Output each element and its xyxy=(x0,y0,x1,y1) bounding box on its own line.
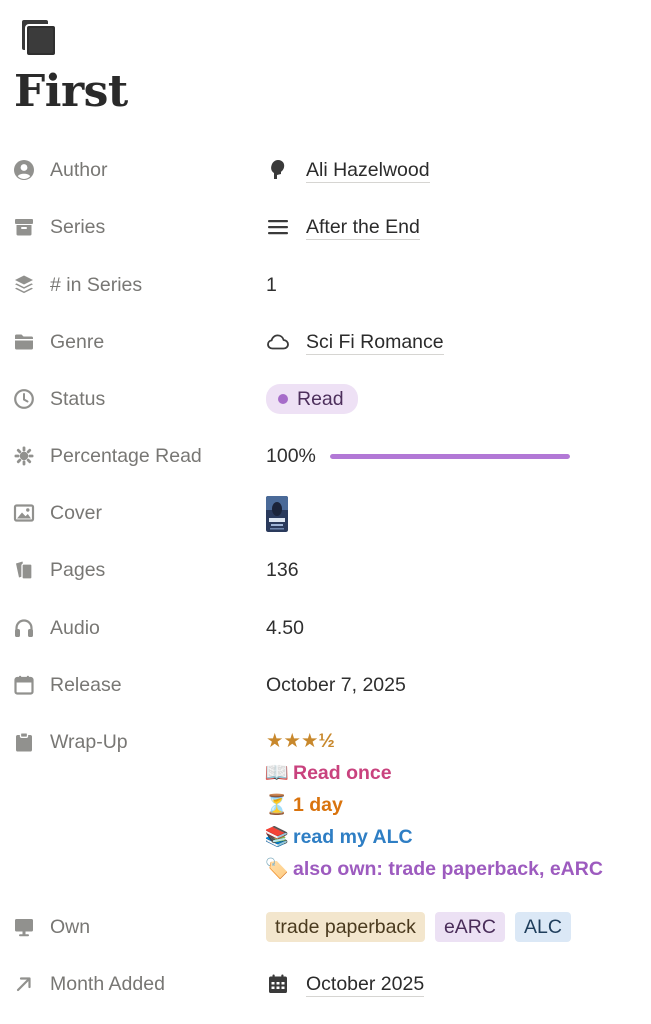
property-label: Author xyxy=(50,158,108,181)
status-badge[interactable]: Read xyxy=(266,384,358,414)
monitor-icon xyxy=(12,915,36,939)
property-name-in-series[interactable]: # in Series xyxy=(12,268,262,302)
property-value-release[interactable]: October 7, 2025 xyxy=(266,668,646,702)
property-value-own: trade paperback eARC ALC xyxy=(266,910,646,944)
own-tag-alc[interactable]: ALC xyxy=(514,912,571,942)
property-name-release[interactable]: Release xyxy=(12,668,262,702)
wrap-up-format-text: read my ALC xyxy=(293,825,413,848)
property-label: Status xyxy=(50,387,106,410)
wrap-up-ownership: 🏷️ also own: trade paperback, eARC xyxy=(264,853,603,885)
series-number: 1 xyxy=(266,273,277,296)
lines-menu-icon xyxy=(266,215,290,239)
property-label: Series xyxy=(50,215,106,238)
arrow-up-right-icon xyxy=(12,972,36,996)
wrap-up-ownership-text: also own: trade paperback, eARC xyxy=(293,857,603,880)
property-label: Wrap-Up xyxy=(50,730,128,753)
property-value-author: Ali Hazelwood xyxy=(266,153,646,187)
property-value-pages[interactable]: 136 xyxy=(266,553,646,587)
wrap-up-rating-text: ★★★½ xyxy=(266,730,335,752)
release-date: October 7, 2025 xyxy=(266,673,406,696)
label-tag-icon: 🏷️ xyxy=(264,858,290,880)
property-name-month-added[interactable]: Month Added xyxy=(12,967,262,1001)
month-added-value: October 2025 xyxy=(306,972,425,997)
property-label: Audio xyxy=(50,616,100,639)
wrap-up-rating: ★★★½ xyxy=(266,725,603,757)
series-relation-link[interactable]: After the End xyxy=(266,215,420,240)
property-label: Genre xyxy=(50,330,105,353)
audio-length: 4.50 xyxy=(266,616,304,639)
wrap-up-read-count-text: Read once xyxy=(293,761,392,784)
property-value-wrap-up[interactable]: ★★★½ 📖 Read once ⏳ 1 day 📚 read my ALC 🏷… xyxy=(264,725,646,885)
property-value-status: Read xyxy=(266,382,646,416)
series-name: After the End xyxy=(306,215,420,240)
property-value-audio[interactable]: 4.50 xyxy=(266,611,646,645)
status-text: Read xyxy=(297,387,344,410)
genre-name: Sci Fi Romance xyxy=(306,330,444,355)
percentage-text: 100% xyxy=(266,444,316,467)
property-name-wrap-up[interactable]: Wrap-Up xyxy=(12,725,262,759)
own-tag-trade-paperback[interactable]: trade paperback xyxy=(266,912,425,942)
progress-bar-fill xyxy=(329,453,570,459)
hourglass-icon: ⏳ xyxy=(264,794,290,816)
wrap-up-read-count: 📖 Read once xyxy=(264,757,603,789)
headphones-icon xyxy=(12,616,36,640)
own-tag-earc[interactable]: eARC xyxy=(434,912,505,942)
clipboard-icon xyxy=(12,730,36,754)
pages-icon xyxy=(12,558,36,582)
property-name-audio[interactable]: Audio xyxy=(12,611,262,645)
wrap-up-lines: ★★★½ 📖 Read once ⏳ 1 day 📚 read my ALC 🏷… xyxy=(264,725,603,885)
clock-icon xyxy=(12,387,36,411)
property-label: Own xyxy=(50,915,91,938)
property-label: Percentage Read xyxy=(50,444,202,467)
month-added-relation-link[interactable]: October 2025 xyxy=(266,972,425,997)
property-label: Release xyxy=(50,673,122,696)
property-label: # in Series xyxy=(50,273,143,296)
book-cover-thumbnail[interactable] xyxy=(266,496,288,532)
wrap-up-format: 📚 read my ALC xyxy=(264,821,603,853)
property-name-genre[interactable]: Genre xyxy=(12,325,262,359)
property-value-percentage-read[interactable]: 100% xyxy=(266,439,646,473)
property-name-own[interactable]: Own xyxy=(12,910,262,944)
author-relation-link[interactable]: Ali Hazelwood xyxy=(266,158,430,183)
calendar-grid-icon xyxy=(266,972,290,996)
pages-count: 136 xyxy=(266,558,299,581)
books-icon: 📚 xyxy=(264,826,290,848)
property-label: Cover xyxy=(50,501,103,524)
property-name-cover[interactable]: Cover xyxy=(12,496,262,530)
layers-icon xyxy=(12,273,36,297)
wrap-up-duration: ⏳ 1 day xyxy=(264,789,603,821)
property-value-cover xyxy=(266,496,646,532)
status-dot xyxy=(278,394,288,404)
sparkle-gear-icon xyxy=(12,444,36,468)
property-value-month-added: October 2025 xyxy=(266,967,646,1001)
author-name: Ali Hazelwood xyxy=(306,158,430,183)
calendar-icon xyxy=(12,673,36,697)
open-book-icon: 📖 xyxy=(264,762,290,784)
page-title[interactable]: First xyxy=(14,62,128,122)
property-name-series[interactable]: Series xyxy=(12,210,262,244)
book-stack-icon[interactable] xyxy=(18,16,64,62)
image-icon xyxy=(12,501,36,525)
user-circle-icon xyxy=(12,158,36,182)
person-head-icon xyxy=(266,158,290,182)
property-name-percentage-read[interactable]: Percentage Read xyxy=(12,439,262,473)
property-name-author[interactable]: Author xyxy=(12,153,262,187)
progress-bar xyxy=(329,453,570,459)
property-label: Pages xyxy=(50,558,106,581)
property-name-status[interactable]: Status xyxy=(12,382,262,416)
folder-icon xyxy=(12,330,36,354)
property-value-series: After the End xyxy=(266,210,646,244)
property-value-in-series[interactable]: 1 xyxy=(266,268,646,302)
wrap-up-duration-text: 1 day xyxy=(293,793,343,816)
property-name-pages[interactable]: Pages xyxy=(12,553,262,587)
property-value-genre: Sci Fi Romance xyxy=(266,325,646,359)
cloud-icon xyxy=(266,330,290,354)
genre-relation-link[interactable]: Sci Fi Romance xyxy=(266,330,444,355)
property-label: Month Added xyxy=(50,972,165,995)
archive-box-icon xyxy=(12,215,36,239)
